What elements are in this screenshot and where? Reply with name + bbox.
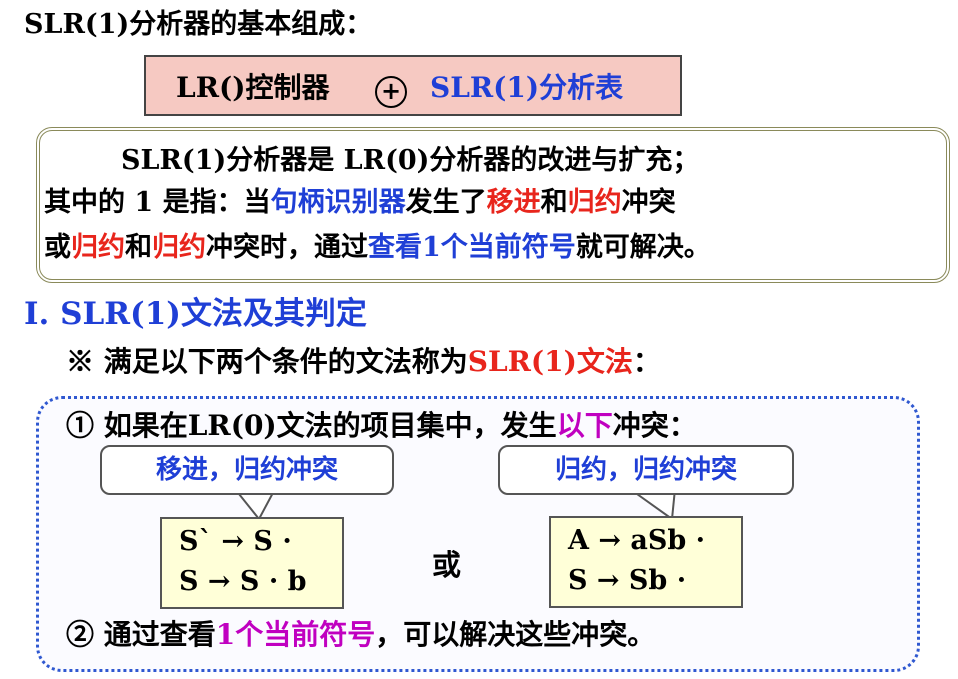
reduce-reduce-productions: A → aSb · S → Sb · (549, 516, 743, 608)
condition-2-text: ② 通过查看 (66, 618, 216, 651)
production-item: S` → S · (179, 526, 292, 557)
callout-tail-joins (237, 487, 673, 491)
shift-reduce-productions: S` → S · S → S · b (160, 517, 344, 609)
production-item: S → S · b (179, 566, 307, 597)
condition-2-highlight: 1个当前符号 (215, 618, 376, 651)
or-label: 或 (432, 548, 462, 582)
production-item: S → Sb · (568, 565, 687, 596)
condition-2-text: ，可以解决这些冲突。 (375, 618, 656, 651)
production-item: A → aSb · (568, 525, 706, 556)
condition-2: ② 通过查看1个当前符号，可以解决这些冲突。 (66, 613, 655, 653)
